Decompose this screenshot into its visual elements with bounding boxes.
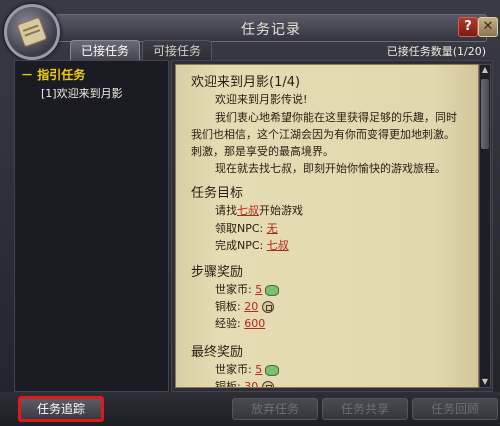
quest-intro-line: 欢迎来到月影传说! (215, 93, 308, 106)
accept-npc-line: 领取NPC: 无 (215, 222, 278, 235)
step-reward-heading: 步骤奖励 (191, 265, 244, 280)
abandon-quest-button[interactable]: 放弃任务 (232, 398, 318, 420)
coin-icon (265, 364, 280, 376)
review-quest-button[interactable]: 任务回顾 (412, 398, 498, 420)
goal-line: 请找七叔开始游戏 (215, 204, 303, 217)
final-reward-heading: 最终奖励 (191, 345, 244, 360)
goal-heading: 任务目标 (191, 186, 244, 201)
finish-npc-line: 完成NPC: 七叔 (215, 239, 289, 252)
quest-detail: 欢迎来到月影(1/4) 欢迎来到月影传说! 我们衷心地希望你能在这里获得足够的乐… (175, 64, 479, 388)
quest-intro-line: 我们也相信，这个江湖会因为有你而变得更加地刺激。 (191, 128, 455, 141)
accepted-count: 已接任务数量(1/20) (386, 45, 486, 58)
copper-icon (262, 381, 275, 387)
help-button[interactable]: ? (458, 17, 478, 37)
window-title: 任务记录 (241, 22, 301, 38)
title-bar[interactable]: 任务记录 (55, 14, 487, 42)
reward-row: 世家币: 5 (215, 281, 280, 297)
copper-icon (262, 301, 275, 313)
reward-row: 世家币: 5 (215, 361, 280, 377)
quest-intro-line: 现在就去找七叔，即刻开始你愉快的游戏旅程。 (215, 162, 446, 175)
quest-tree: － 指引任务 [1]欢迎来到月影 (14, 60, 169, 392)
share-quest-button[interactable]: 任务共享 (322, 398, 408, 420)
scroll-down-icon[interactable]: ▼ (480, 377, 490, 387)
track-quest-button[interactable]: 任务追踪 (18, 396, 104, 422)
reward-row: 铜板: 20 (215, 298, 275, 314)
tab-accepted-quests[interactable]: 已接任务 (70, 40, 140, 61)
npc-link[interactable]: 七叔 (237, 204, 259, 217)
quest-intro-line: 我们衷心地希望你能在这里获得足够的乐趣，同时 (215, 111, 457, 124)
coin-icon (265, 284, 280, 296)
accept-npc-value: 无 (266, 222, 278, 235)
quest-intro-line: 刺激，那是享受的最高境界。 (191, 145, 334, 158)
quest-title: 欢迎来到月影(1/4) (191, 75, 301, 90)
tree-category-guide[interactable]: － 指引任务 (21, 66, 85, 83)
finish-npc-link[interactable]: 七叔 (267, 239, 289, 252)
reward-row: 经验: 600 (215, 317, 266, 330)
collapse-icon: － (21, 68, 38, 82)
reward-row: 铜板: 30 (215, 378, 275, 387)
tree-item-welcome[interactable]: [1]欢迎来到月影 (41, 85, 123, 101)
detail-scrollbar[interactable]: ▲ ▼ (479, 64, 491, 388)
scroll-thumb[interactable] (481, 79, 489, 149)
quest-scroll-icon (4, 4, 60, 60)
scroll-up-icon[interactable]: ▲ (480, 65, 490, 75)
close-button[interactable]: ✕ (478, 17, 498, 37)
tab-available-quests[interactable]: 可接任务 (142, 40, 212, 61)
